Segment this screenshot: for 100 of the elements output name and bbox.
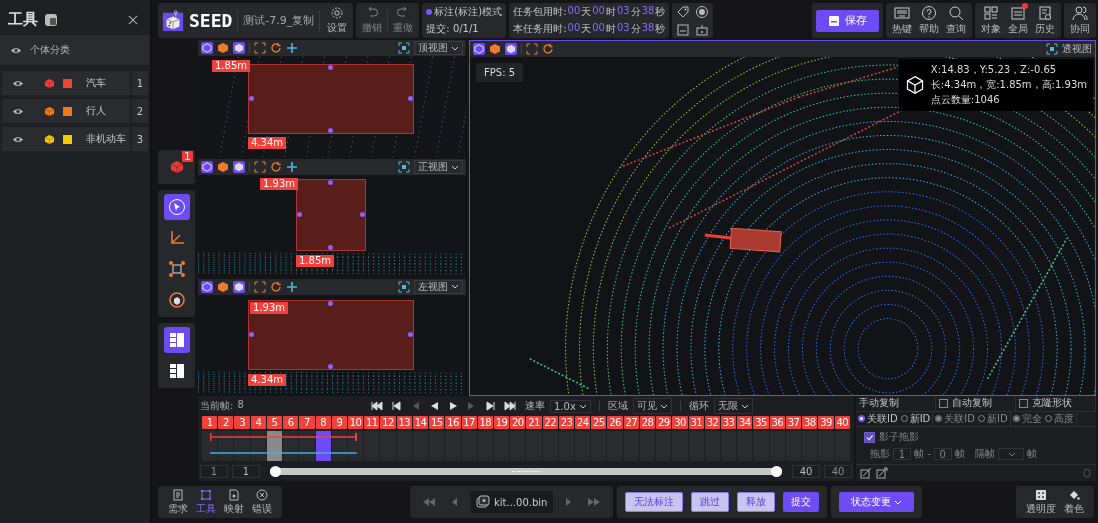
footer-tab[interactable]: 映射 bbox=[222, 488, 246, 516]
skip-forward-icon[interactable] bbox=[587, 497, 602, 507]
playback-button[interactable] bbox=[370, 400, 384, 412]
plus-icon[interactable] bbox=[286, 161, 298, 174]
playback-button[interactable] bbox=[389, 400, 403, 412]
frame-number[interactable]: 22 bbox=[542, 416, 558, 429]
frame-number[interactable]: 5 bbox=[266, 416, 283, 429]
toolbar-button[interactable]: 热键 bbox=[890, 5, 914, 36]
option-checkbox[interactable]: 自动复制 bbox=[936, 396, 1016, 411]
frame-number[interactable]: 11 bbox=[364, 416, 380, 429]
frame-number[interactable]: 37 bbox=[785, 416, 802, 429]
close-icon[interactable] bbox=[128, 14, 138, 25]
cube-icon[interactable] bbox=[233, 42, 245, 54]
resize-handle[interactable] bbox=[360, 212, 365, 218]
frame-number[interactable]: 16 bbox=[445, 416, 461, 429]
save-button[interactable]: 保存 bbox=[816, 9, 879, 32]
number-field[interactable]: 0 bbox=[933, 448, 952, 460]
cube-icon[interactable] bbox=[201, 280, 213, 293]
resize-handle[interactable] bbox=[408, 96, 413, 101]
bounding-box[interactable] bbox=[248, 299, 414, 370]
settings-button[interactable]: 设置 bbox=[325, 6, 350, 35]
radio-option[interactable]: 新ID bbox=[900, 411, 931, 426]
footer-tab[interactable]: 错误 bbox=[250, 488, 274, 516]
frame-number[interactable]: 12 bbox=[380, 416, 396, 429]
resize-handle[interactable] bbox=[249, 96, 254, 101]
frame-number[interactable]: 26 bbox=[607, 416, 623, 429]
frame-number[interactable]: 31 bbox=[688, 416, 704, 429]
skip-back-icon[interactable] bbox=[422, 497, 436, 507]
frame-number[interactable]: 14 bbox=[412, 416, 429, 429]
copy-shape-icon[interactable] bbox=[876, 467, 888, 479]
playback-button[interactable] bbox=[484, 400, 498, 412]
cube-icon[interactable] bbox=[201, 42, 213, 54]
radio-option[interactable]: 关联ID bbox=[858, 411, 898, 426]
refresh-icon[interactable] bbox=[270, 280, 282, 293]
category-item[interactable]: 行人 bbox=[2, 99, 130, 123]
frame-number[interactable]: 32 bbox=[704, 416, 720, 429]
file-chip[interactable]: kit...00.bin bbox=[470, 491, 554, 513]
cube-icon[interactable] bbox=[505, 43, 517, 55]
frame-number[interactable]: 2 bbox=[218, 416, 234, 429]
frame-number[interactable]: 4 bbox=[250, 416, 266, 429]
region-dropdown[interactable]: 可见 bbox=[632, 398, 672, 414]
focus-icon[interactable] bbox=[398, 161, 410, 174]
resize-handle[interactable] bbox=[328, 363, 333, 369]
cube-icon[interactable] bbox=[217, 42, 229, 54]
toolbar-button[interactable]: 历史 bbox=[1033, 5, 1057, 36]
frame-cell[interactable] bbox=[202, 431, 218, 461]
frame-number[interactable]: 24 bbox=[575, 416, 591, 429]
toolbar-button[interactable]: 对象 bbox=[979, 5, 1003, 36]
fit-icon[interactable] bbox=[526, 43, 538, 55]
tool-button[interactable] bbox=[163, 194, 190, 220]
cube-icon[interactable] bbox=[217, 161, 229, 174]
circle-icon[interactable] bbox=[695, 4, 710, 19]
frame-number[interactable]: 8 bbox=[315, 416, 331, 429]
toolbar-button[interactable]: 帮助 bbox=[917, 5, 941, 36]
tag-icon[interactable] bbox=[676, 4, 691, 19]
loop-dropdown[interactable]: 无限 bbox=[713, 398, 753, 414]
frame-number[interactable]: 10 bbox=[347, 416, 364, 429]
frame-number[interactable]: 9 bbox=[331, 416, 347, 429]
rate-dropdown[interactable]: 1.0x bbox=[550, 399, 591, 413]
panel-toggle-icon[interactable] bbox=[44, 12, 58, 27]
toolbar-button[interactable]: 查询 bbox=[944, 5, 968, 36]
resize-handle[interactable] bbox=[328, 128, 333, 133]
frame-number[interactable]: 36 bbox=[769, 416, 785, 429]
frame-number[interactable]: 33 bbox=[721, 416, 737, 429]
cube-icon[interactable] bbox=[473, 43, 485, 55]
frame-number[interactable]: 23 bbox=[558, 416, 575, 429]
cube-icon[interactable] bbox=[489, 43, 501, 55]
action-button[interactable]: 释放 bbox=[737, 492, 776, 512]
category-item[interactable]: 非机动车 bbox=[2, 127, 130, 151]
range-start-field[interactable]: 1 bbox=[200, 464, 228, 478]
view-dropdown[interactable]: 左视图 bbox=[414, 279, 463, 294]
cube-icon[interactable] bbox=[201, 161, 213, 174]
frame-number[interactable]: 28 bbox=[639, 416, 656, 429]
action-button[interactable]: 提交 bbox=[783, 492, 820, 512]
view-dropdown[interactable]: 正视图 bbox=[414, 160, 463, 175]
refresh-icon[interactable] bbox=[270, 42, 282, 54]
frame-number[interactable]: 29 bbox=[656, 416, 672, 429]
frame-number[interactable]: 20 bbox=[510, 416, 526, 429]
range-end-field[interactable]: 40 bbox=[792, 464, 820, 478]
eye-icon[interactable] bbox=[12, 134, 24, 144]
cube-icon[interactable] bbox=[217, 280, 229, 293]
frame-number[interactable]: 17 bbox=[461, 416, 477, 429]
slider-handle[interactable] bbox=[270, 465, 281, 477]
frame-number[interactable]: 40 bbox=[834, 416, 850, 429]
bounding-box[interactable] bbox=[248, 64, 414, 134]
frame-number[interactable]: 15 bbox=[429, 416, 445, 429]
resize-handle[interactable] bbox=[249, 331, 254, 337]
status-dropdown[interactable]: 状态变更 bbox=[839, 492, 915, 512]
resize-handle[interactable] bbox=[328, 245, 333, 251]
frame-number[interactable]: 6 bbox=[283, 416, 299, 429]
display-button[interactable]: 着色 bbox=[1062, 488, 1086, 516]
plus-icon[interactable] bbox=[286, 42, 298, 54]
range-start-field[interactable]: 1 bbox=[232, 464, 260, 478]
focus-icon[interactable] bbox=[398, 42, 410, 54]
refresh-icon[interactable] bbox=[270, 161, 282, 174]
number-field[interactable]: 1 bbox=[893, 448, 911, 460]
fit-icon[interactable] bbox=[254, 42, 266, 54]
frame-number[interactable]: 18 bbox=[477, 416, 493, 429]
frame-number[interactable]: 13 bbox=[396, 416, 412, 429]
resize-handle[interactable] bbox=[408, 331, 413, 337]
